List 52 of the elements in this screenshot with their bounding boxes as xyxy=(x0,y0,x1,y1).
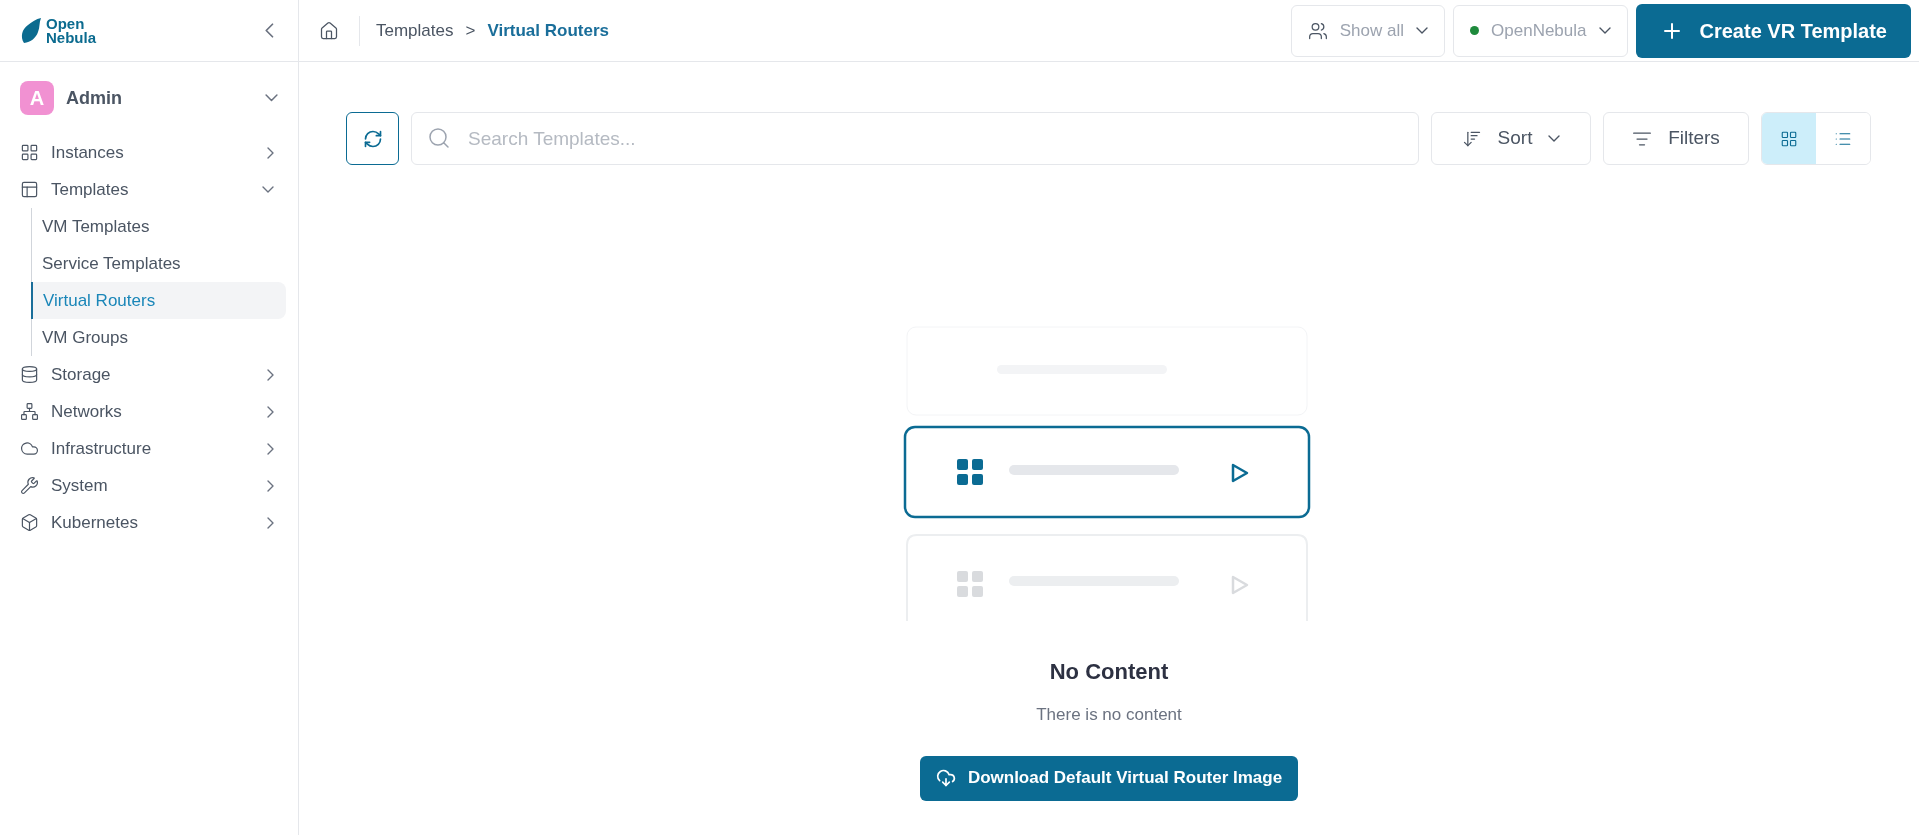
tools-icon xyxy=(20,476,39,495)
nav-item[interactable]: Infrastructure xyxy=(12,430,286,467)
search-field[interactable]: Search Templates... xyxy=(411,112,1419,165)
users-icon xyxy=(1307,20,1328,41)
nav-subitem[interactable]: Service Templates xyxy=(32,245,286,282)
nav-subitem[interactable]: VM Groups xyxy=(32,319,286,356)
chevron-icon xyxy=(267,442,274,455)
cloud-icon xyxy=(20,439,39,458)
sort-button[interactable]: Sort xyxy=(1431,112,1591,165)
nav-item[interactable]: Templates xyxy=(12,171,286,208)
chevron-icon xyxy=(1598,27,1611,34)
home-icon[interactable] xyxy=(319,20,339,41)
chevron-icon xyxy=(262,186,274,193)
chevron-icon xyxy=(1548,135,1561,142)
logo-icon xyxy=(20,16,42,45)
chevron-icon xyxy=(267,368,274,381)
chevron-icon xyxy=(267,516,274,529)
empty-message: There is no content xyxy=(1036,704,1182,726)
breadcrumb-link[interactable]: Templates xyxy=(376,17,454,44)
grid-view-button[interactable] xyxy=(1762,113,1816,164)
chevron-icon xyxy=(1416,27,1429,34)
layout-icon xyxy=(20,180,39,199)
refresh-icon xyxy=(362,128,383,149)
create-button[interactable]: Create VR Template xyxy=(1635,3,1911,58)
chevron-icon xyxy=(267,405,274,418)
nav-item[interactable]: Networks xyxy=(12,393,286,430)
chevron-icon xyxy=(267,146,274,159)
logo-text: Open xyxy=(46,16,86,31)
nav-subitem[interactable]: VM Templates xyxy=(32,208,286,245)
chevron-icon xyxy=(267,479,274,492)
user-name: Admin xyxy=(66,86,123,110)
filters-button[interactable]: Filters xyxy=(1603,112,1749,165)
database-icon xyxy=(20,365,39,384)
download-button[interactable]: Download Default Virtual Router Image xyxy=(919,755,1299,801)
network-icon xyxy=(20,402,39,421)
chevron-icon xyxy=(265,94,278,102)
nav-item[interactable]: Instances xyxy=(12,134,286,171)
empty-title: No Content xyxy=(1049,658,1169,686)
chevron-icon xyxy=(265,23,274,38)
user-menu[interactable]: A Admin xyxy=(12,78,286,118)
nav-item[interactable]: Kubernetes xyxy=(12,504,286,541)
nav-item[interactable]: Storage xyxy=(12,356,286,393)
cube-icon xyxy=(20,513,39,532)
nav-item[interactable]: System xyxy=(12,467,286,504)
cloud-download-icon xyxy=(935,768,956,788)
nav-subitem[interactable]: Virtual Routers xyxy=(31,282,286,319)
user-avatar: A xyxy=(20,81,54,115)
refresh-button[interactable] xyxy=(346,112,399,165)
breadcrumb-separator: > xyxy=(465,19,476,42)
breadcrumb-link[interactable]: Virtual Routers xyxy=(487,17,609,44)
grid-icon xyxy=(1780,129,1798,148)
search-icon xyxy=(427,126,451,150)
